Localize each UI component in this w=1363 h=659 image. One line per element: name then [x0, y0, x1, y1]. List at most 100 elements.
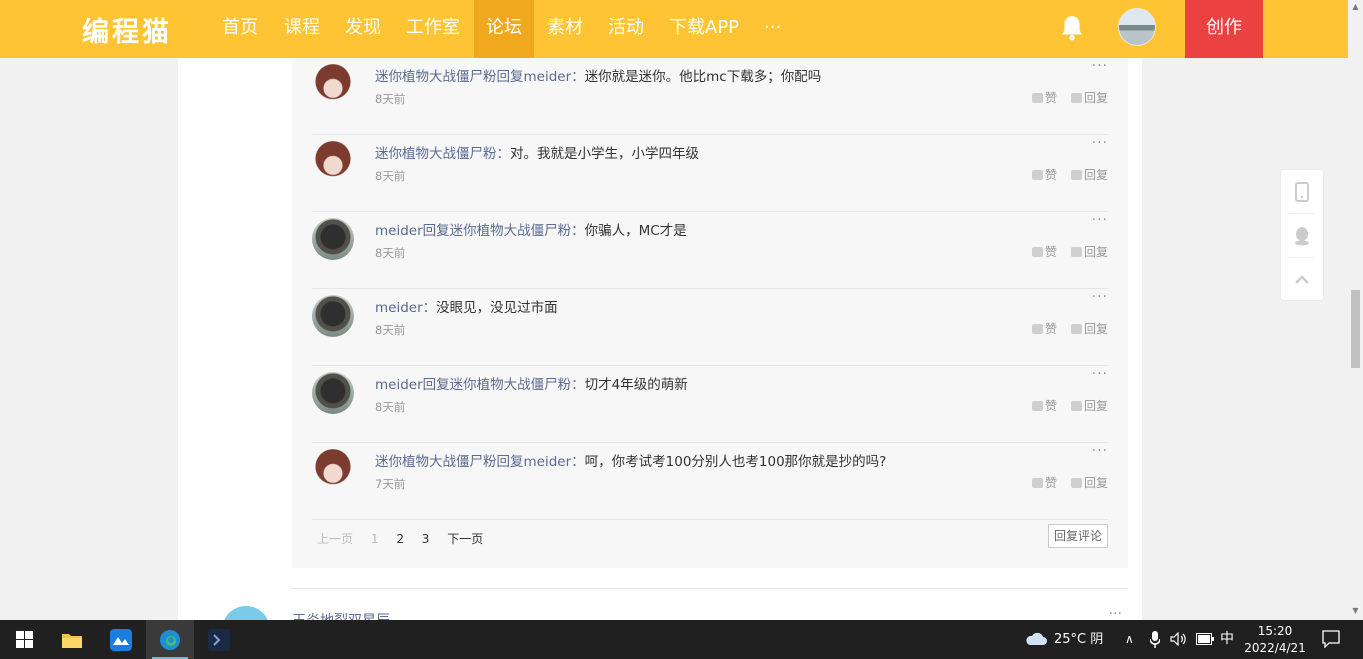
weather-cloud-icon[interactable]: [1024, 629, 1048, 647]
reply-avatar[interactable]: [312, 295, 354, 337]
create-button[interactable]: 创作: [1185, 0, 1263, 58]
reply-author[interactable]: meider: [375, 223, 423, 239]
reply-target[interactable]: meider: [524, 69, 572, 85]
comment-icon: [1070, 478, 1082, 488]
reply-target[interactable]: 迷你植物大战僵尸粉: [450, 377, 572, 393]
reply-avatar[interactable]: [312, 449, 354, 491]
reply-text: 迷你就是迷你。他比mc下载多；你配吗: [584, 69, 822, 85]
nav-studio[interactable]: 工作室: [394, 0, 472, 58]
reply-time: 7天前: [375, 477, 406, 491]
like-button[interactable]: 赞: [1045, 91, 1057, 105]
pagination: 上一页 1 2 3 下一页: [317, 530, 497, 547]
file-explorer-icon[interactable]: [48, 620, 96, 659]
reply-target[interactable]: 迷你植物大战僵尸粉: [450, 223, 572, 239]
reply-button[interactable]: 回复: [1084, 245, 1108, 259]
reply-actions: 赞 回复: [1031, 397, 1108, 414]
reply-avatar[interactable]: [312, 372, 354, 414]
more-icon[interactable]: ···: [1092, 366, 1108, 382]
more-icon[interactable]: ···: [1092, 212, 1108, 228]
terminal-icon[interactable]: [195, 620, 243, 659]
nav-download-app[interactable]: 下载APP: [657, 0, 751, 58]
user-avatar[interactable]: [1118, 8, 1156, 46]
like-button[interactable]: 赞: [1045, 322, 1057, 336]
reply-actions: 赞 回复: [1031, 243, 1108, 260]
reply-word: 回复: [422, 223, 450, 239]
prev-page-button[interactable]: 上一页: [317, 532, 353, 546]
nav-materials[interactable]: 素材: [535, 0, 595, 58]
nav-more-icon[interactable]: ···: [752, 0, 793, 58]
reply-line: meider：没眼见，没见过市面: [375, 300, 558, 316]
thumbs-up-icon: [1031, 324, 1043, 334]
comment-icon: [1070, 247, 1082, 257]
reply-comment-button[interactable]: 回复评论: [1048, 524, 1108, 548]
reply-time: 8天前: [375, 323, 406, 337]
scroll-up-icon[interactable]: ▲: [1351, 2, 1360, 12]
windows-taskbar: 25°C 阴 ∧ 中 15:20 2022/4/21: [0, 620, 1363, 659]
reply-author[interactable]: meider: [375, 300, 423, 316]
page-1[interactable]: 1: [371, 532, 379, 546]
comment-icon: [1070, 93, 1082, 103]
reply-avatar[interactable]: [312, 141, 354, 183]
reply-author[interactable]: 迷你植物大战僵尸粉: [375, 69, 497, 85]
scroll-thumb[interactable]: [1351, 290, 1360, 368]
reply-button[interactable]: 回复: [1084, 168, 1108, 182]
speaker-icon[interactable]: [1170, 632, 1186, 646]
back-to-top-icon[interactable]: [1281, 258, 1323, 302]
page-3[interactable]: 3: [422, 532, 430, 546]
nav-forum[interactable]: 论坛: [474, 0, 534, 58]
ime-indicator[interactable]: 中: [1220, 620, 1234, 659]
reply-line: meider回复迷你植物大战僵尸粉：切才4年级的萌新: [375, 377, 688, 393]
bell-icon[interactable]: [1059, 14, 1085, 42]
reply-button[interactable]: 回复: [1084, 399, 1108, 413]
more-icon[interactable]: ···: [1092, 289, 1108, 305]
like-button[interactable]: 赞: [1045, 399, 1057, 413]
app-icon[interactable]: [97, 620, 145, 659]
more-icon[interactable]: ···: [1092, 443, 1108, 459]
scroll-down-icon[interactable]: ▼: [1351, 606, 1360, 616]
reply-button[interactable]: 回复: [1084, 91, 1108, 105]
tray-overflow-icon[interactable]: ∧: [1125, 620, 1134, 659]
reply-text: 呵，你考试考100分别人也考100那你就是抄的吗?: [584, 454, 887, 470]
reply-avatar[interactable]: [312, 218, 354, 260]
nav-courses[interactable]: 课程: [272, 0, 332, 58]
microphone-icon[interactable]: [1150, 631, 1160, 648]
page-scrollbar[interactable]: ▲ ▼: [1348, 0, 1363, 620]
reply-actions: 赞 回复: [1031, 89, 1108, 106]
edge-icon[interactable]: [146, 620, 194, 659]
reply-text: 对。我就是小学生，小学四年级: [510, 146, 699, 162]
page-2[interactable]: 2: [396, 532, 404, 546]
notification-icon[interactable]: [1322, 630, 1340, 648]
like-button[interactable]: 赞: [1045, 168, 1057, 182]
nav-home[interactable]: 首页: [210, 0, 270, 58]
reply-time: 8天前: [375, 400, 406, 414]
reply-author[interactable]: 迷你植物大战僵尸粉: [375, 454, 497, 470]
windows-start-icon[interactable]: [0, 620, 48, 659]
reply-button[interactable]: 回复: [1084, 476, 1108, 490]
qq-icon[interactable]: [1281, 214, 1323, 258]
reply-author[interactable]: 迷你植物大战僵尸粉: [375, 146, 497, 162]
comment-divider: [292, 588, 1128, 589]
battery-icon[interactable]: [1196, 633, 1214, 645]
nav-discover[interactable]: 发现: [333, 0, 393, 58]
nav-events[interactable]: 活动: [596, 0, 656, 58]
weather-text[interactable]: 25°C 阴: [1054, 620, 1103, 659]
reply-avatar[interactable]: [312, 64, 354, 106]
mobile-icon[interactable]: [1281, 170, 1323, 214]
site-logo[interactable]: 编程猫: [82, 10, 172, 49]
more-icon[interactable]: ···: [1092, 135, 1108, 151]
like-button[interactable]: 赞: [1045, 476, 1057, 490]
like-button[interactable]: 赞: [1045, 245, 1057, 259]
reply-author[interactable]: meider: [375, 377, 423, 393]
reply-line: 迷你植物大战僵尸粉：对。我就是小学生，小学四年级: [375, 146, 699, 162]
reply-button[interactable]: 回复: [1084, 322, 1108, 336]
reply-text: 切才4年级的萌新: [584, 377, 688, 393]
thumbs-up-icon: [1031, 170, 1043, 180]
clock-date: 2022/4/21: [1244, 641, 1306, 655]
reply-text: 没眼见，没见过市面: [436, 300, 558, 316]
reply-target[interactable]: meider: [524, 454, 572, 470]
thumbs-up-icon: [1031, 401, 1043, 411]
reply-list: 迷你植物大战僵尸粉回复meider：迷你就是迷你。他比mc下载多；你配吗 8天前…: [292, 58, 1128, 568]
clock[interactable]: 15:20 2022/4/21: [1240, 623, 1310, 657]
more-icon[interactable]: ···: [1092, 58, 1108, 74]
next-page-button[interactable]: 下一页: [447, 532, 483, 546]
